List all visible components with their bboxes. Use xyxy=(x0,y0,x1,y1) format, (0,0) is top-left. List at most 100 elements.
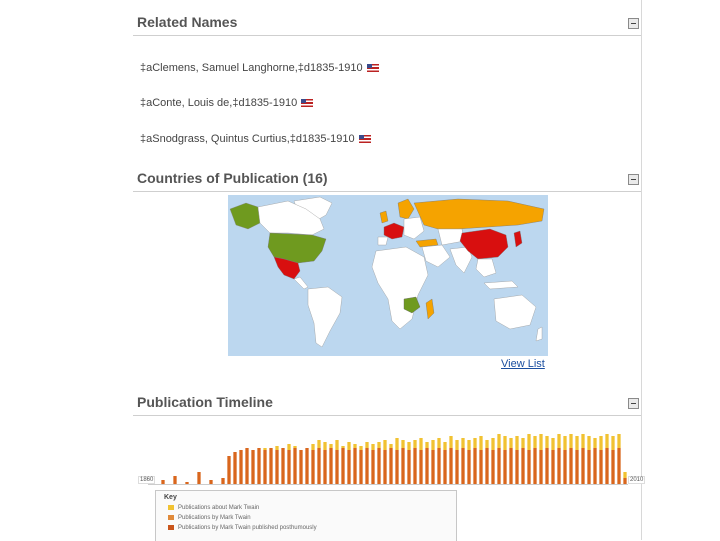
timeline-bar-about[interactable] xyxy=(515,436,519,450)
timeline-bar-by[interactable] xyxy=(605,448,609,484)
timeline-bar-by[interactable] xyxy=(617,448,621,484)
timeline-bar-about[interactable] xyxy=(311,444,315,450)
timeline-bar-by[interactable] xyxy=(527,450,531,484)
timeline-bar-by[interactable] xyxy=(581,448,585,484)
related-name-text[interactable]: ‡aConte, Louis de,‡d1835-1910 xyxy=(140,97,297,109)
timeline-bar-by[interactable] xyxy=(299,450,303,484)
timeline-bar-about[interactable] xyxy=(587,436,591,450)
timeline-bar-about[interactable] xyxy=(449,436,453,448)
timeline-bar-by[interactable] xyxy=(401,448,405,484)
timeline-bar-about[interactable] xyxy=(353,444,357,448)
timeline-bar-by[interactable] xyxy=(509,448,513,484)
timeline-bar-about[interactable] xyxy=(509,438,513,448)
timeline-bar-by[interactable] xyxy=(419,450,423,484)
timeline-bar-by[interactable] xyxy=(305,448,309,484)
timeline-bar-by[interactable] xyxy=(479,450,483,484)
related-name-item[interactable]: ‡aSnodgrass, Quintus Curtius,‡d1835-1910 xyxy=(140,133,371,145)
timeline-bar-about[interactable] xyxy=(617,434,621,448)
timeline-bar-by[interactable] xyxy=(161,480,165,484)
timeline-bar-about[interactable] xyxy=(287,444,291,450)
timeline-bar-about[interactable] xyxy=(473,438,477,448)
timeline-bar-about[interactable] xyxy=(605,434,609,448)
timeline-bar-about[interactable] xyxy=(425,442,429,448)
timeline-bar-by[interactable] xyxy=(473,448,477,484)
timeline-bar-by[interactable] xyxy=(497,448,501,484)
timeline-bar-about[interactable] xyxy=(377,442,381,448)
timeline-bar-about[interactable] xyxy=(371,444,375,450)
timeline-bar-about[interactable] xyxy=(557,434,561,448)
timeline-bar-by[interactable] xyxy=(335,450,339,484)
timeline-bar-by[interactable] xyxy=(239,450,243,484)
timeline-bar-by[interactable] xyxy=(395,450,399,484)
timeline-bar-by[interactable] xyxy=(443,450,447,484)
timeline-bar-about[interactable] xyxy=(455,440,459,450)
timeline-bar-by[interactable] xyxy=(599,450,603,484)
timeline-bar-about[interactable] xyxy=(413,440,417,448)
timeline-bar-by[interactable] xyxy=(437,448,441,484)
timeline-bar-by[interactable] xyxy=(209,480,213,484)
timeline-bar-by[interactable] xyxy=(347,450,351,484)
timeline-bar-by[interactable] xyxy=(461,448,465,484)
timeline-bar-about[interactable] xyxy=(551,438,555,450)
timeline-bar-about[interactable] xyxy=(341,446,345,448)
timeline-bar-about[interactable] xyxy=(569,434,573,448)
timeline-bar-by[interactable] xyxy=(281,448,285,484)
timeline-bar-about[interactable] xyxy=(395,438,399,450)
timeline-bar-by[interactable] xyxy=(407,450,411,484)
timeline-bar-by[interactable] xyxy=(359,450,363,484)
timeline-bar-by[interactable] xyxy=(575,450,579,484)
timeline-bar-about[interactable] xyxy=(623,472,627,478)
timeline-bar-by[interactable] xyxy=(503,450,507,484)
timeline-bar-about[interactable] xyxy=(437,438,441,448)
timeline-bar-about[interactable] xyxy=(527,434,531,450)
timeline-bar-by[interactable] xyxy=(263,450,267,484)
timeline-bar-about[interactable] xyxy=(575,436,579,450)
timeline-bar-by[interactable] xyxy=(425,448,429,484)
timeline-bar-by[interactable] xyxy=(593,448,597,484)
publication-timeline-chart[interactable] xyxy=(148,418,628,488)
timeline-bar-by[interactable] xyxy=(455,450,459,484)
timeline-bar-about[interactable] xyxy=(383,440,387,450)
timeline-bar-by[interactable] xyxy=(431,450,435,484)
timeline-bar-about[interactable] xyxy=(323,442,327,450)
timeline-bar-by[interactable] xyxy=(221,478,225,484)
timeline-bar-about[interactable] xyxy=(593,438,597,448)
timeline-bar-about[interactable] xyxy=(533,436,537,448)
timeline-bar-by[interactable] xyxy=(173,476,177,484)
timeline-bar-about[interactable] xyxy=(401,440,405,448)
timeline-bar-by[interactable] xyxy=(329,448,333,484)
timeline-bar-by[interactable] xyxy=(533,448,537,484)
timeline-bar-about[interactable] xyxy=(329,444,333,448)
timeline-bar-by[interactable] xyxy=(197,472,201,484)
timeline-bar-by[interactable] xyxy=(317,448,321,484)
collapse-related-names-icon[interactable] xyxy=(628,18,639,29)
timeline-bar-by[interactable] xyxy=(623,478,627,484)
timeline-bar-about[interactable] xyxy=(467,440,471,450)
timeline-bar-by[interactable] xyxy=(611,450,615,484)
collapse-countries-icon[interactable] xyxy=(628,174,639,185)
timeline-bar-about[interactable] xyxy=(389,444,393,448)
timeline-bar-by[interactable] xyxy=(323,450,327,484)
timeline-bar-by[interactable] xyxy=(365,448,369,484)
timeline-bar-about[interactable] xyxy=(485,440,489,448)
timeline-bar-about[interactable] xyxy=(419,438,423,450)
timeline-bar-by[interactable] xyxy=(269,448,273,484)
timeline-bar-about[interactable] xyxy=(347,442,351,450)
timeline-bar-about[interactable] xyxy=(431,440,435,450)
timeline-bar-by[interactable] xyxy=(311,450,315,484)
timeline-bar-about[interactable] xyxy=(563,436,567,450)
collapse-timeline-icon[interactable] xyxy=(628,398,639,409)
timeline-bar-by[interactable] xyxy=(449,448,453,484)
timeline-bar-by[interactable] xyxy=(551,450,555,484)
timeline-bar-about[interactable] xyxy=(503,436,507,450)
timeline-bar-about[interactable] xyxy=(545,436,549,448)
timeline-bar-about[interactable] xyxy=(263,448,267,450)
related-name-item[interactable]: ‡aConte, Louis de,‡d1835-1910 xyxy=(140,97,314,109)
timeline-bar-by[interactable] xyxy=(539,450,543,484)
timeline-bar-about[interactable] xyxy=(335,440,339,450)
view-list-link[interactable]: View List xyxy=(501,358,545,370)
timeline-bar-by[interactable] xyxy=(557,448,561,484)
timeline-bar-about[interactable] xyxy=(611,436,615,450)
timeline-bar-about[interactable] xyxy=(275,446,279,450)
world-map[interactable] xyxy=(228,195,548,356)
